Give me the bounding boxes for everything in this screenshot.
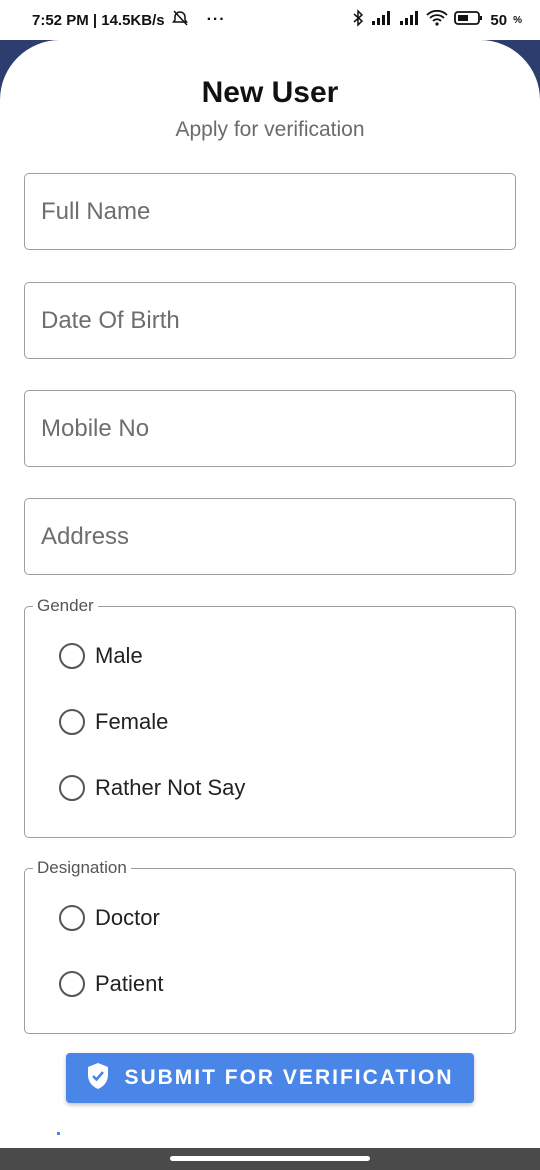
status-right: 50 % xyxy=(352,9,522,31)
submit-button[interactable]: SUBMIT FOR VERIFICATION xyxy=(66,1053,474,1103)
more-notifications-icon: ··· xyxy=(206,11,226,28)
gender-legend: Gender xyxy=(33,596,98,616)
full-name-input[interactable] xyxy=(41,174,515,249)
wifi-icon xyxy=(426,9,449,30)
full-name-field[interactable] xyxy=(24,173,516,250)
radio-patient[interactable]: Patient xyxy=(59,971,164,997)
home-handle[interactable] xyxy=(170,1156,370,1161)
gender-group: Gender Male Female Rather Not Say xyxy=(24,596,516,838)
bluetooth-icon xyxy=(352,9,364,31)
loading-dot xyxy=(57,1132,60,1135)
radio-circle-icon[interactable] xyxy=(59,709,85,735)
submit-label[interactable]: SUBMIT FOR VERIFICATION xyxy=(124,1066,453,1090)
radio-label[interactable]: Female xyxy=(95,709,168,735)
radio-circle-icon[interactable] xyxy=(59,971,85,997)
radio-label[interactable]: Doctor xyxy=(95,905,160,931)
alarm-off-icon xyxy=(171,9,189,31)
navigation-bar xyxy=(0,1148,540,1170)
verified-shield-icon xyxy=(86,1062,110,1095)
address-input[interactable] xyxy=(41,499,515,574)
page-title: New User xyxy=(201,76,339,109)
signal-icon-2 xyxy=(398,10,420,30)
mobile-field[interactable] xyxy=(24,390,516,467)
battery-icon xyxy=(454,10,484,30)
status-bar: 7:52 PM | 14.5KB/s ··· 50 % xyxy=(0,0,540,40)
dob-field[interactable] xyxy=(24,282,516,359)
radio-label[interactable]: Rather Not Say xyxy=(95,775,245,801)
radio-doctor[interactable]: Doctor xyxy=(59,905,160,931)
signal-icon xyxy=(370,10,392,30)
dob-input[interactable] xyxy=(41,283,515,358)
status-left: 7:52 PM | 14.5KB/s ··· xyxy=(32,9,226,31)
radio-male[interactable]: Male xyxy=(59,643,143,669)
address-field[interactable] xyxy=(24,498,516,575)
battery-percent: 50 xyxy=(490,11,508,29)
radio-label[interactable]: Male xyxy=(95,643,143,669)
designation-legend: Designation xyxy=(33,858,131,878)
mobile-input[interactable] xyxy=(41,391,515,466)
designation-group: Designation Doctor Patient xyxy=(24,858,516,1034)
page-subtitle: Apply for verification xyxy=(175,118,365,141)
status-time-speed: 7:52 PM | 14.5KB/s xyxy=(32,11,165,29)
radio-female[interactable]: Female xyxy=(59,709,168,735)
radio-circle-icon[interactable] xyxy=(59,775,85,801)
percent-sign: % xyxy=(513,14,522,26)
radio-circle-icon[interactable] xyxy=(59,643,85,669)
radio-circle-icon[interactable] xyxy=(59,905,85,931)
radio-rather-not-say[interactable]: Rather Not Say xyxy=(59,775,245,801)
radio-label[interactable]: Patient xyxy=(95,971,164,997)
